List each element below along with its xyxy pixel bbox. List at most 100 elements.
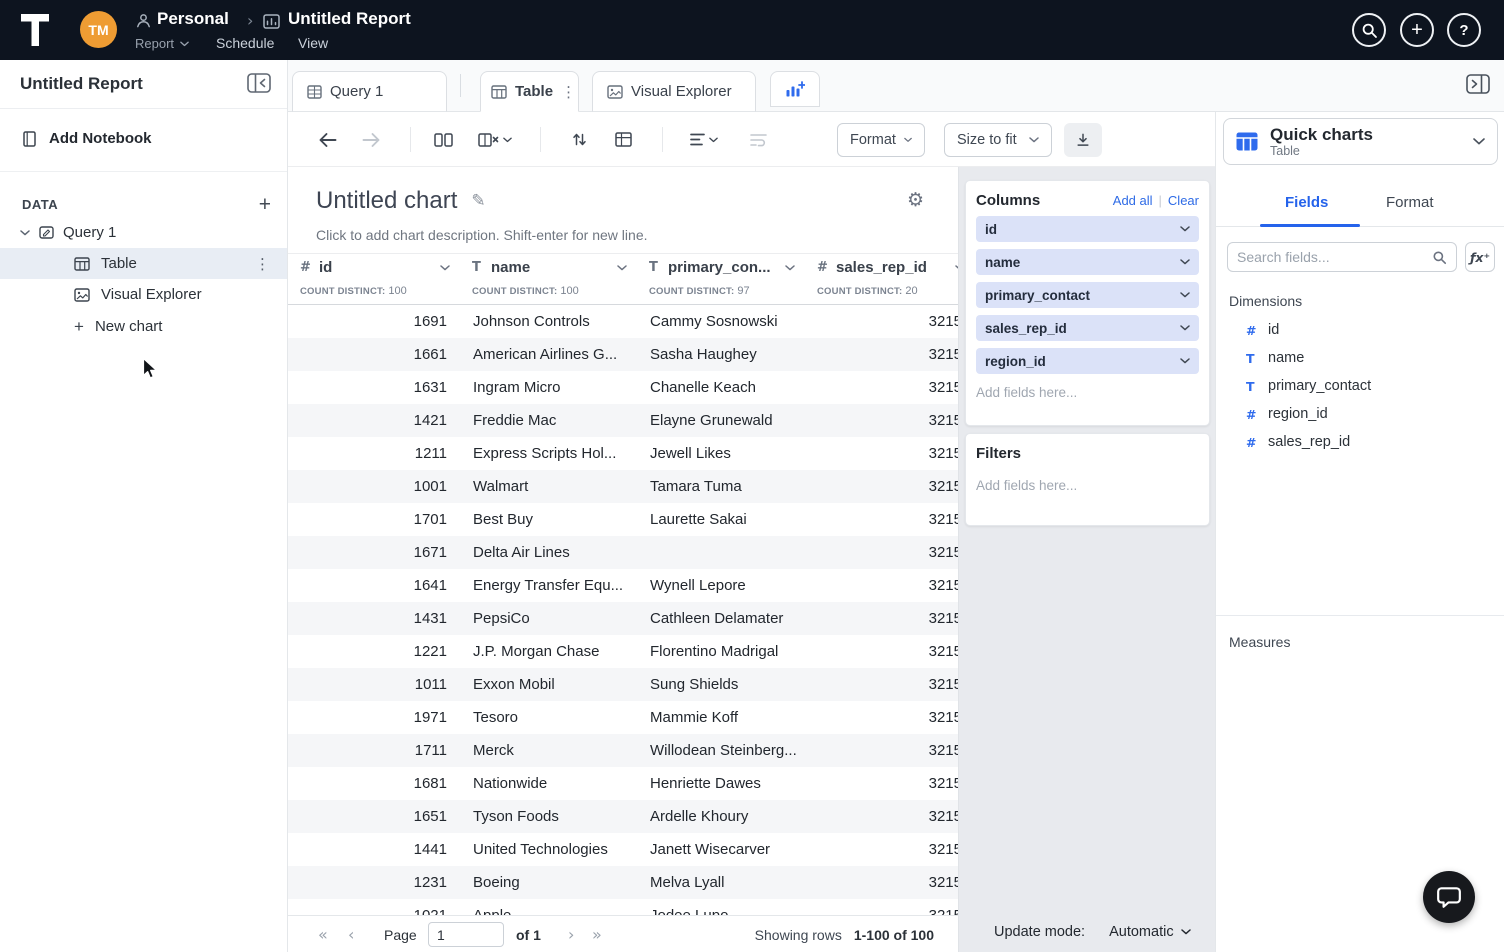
chevron-down-icon[interactable]: [1180, 325, 1190, 331]
cell-id: 1691: [288, 305, 460, 338]
sidebar-item-visual-explorer[interactable]: Visual Explorer: [0, 279, 287, 310]
cell-name: Ingram Micro: [460, 371, 637, 404]
sort-button[interactable]: [572, 112, 587, 167]
clear-link[interactable]: Clear: [1168, 193, 1199, 208]
cell-primary-contact: Wynell Lepore: [637, 569, 805, 602]
column-stat-primary-contact: COUNT DISTINCT:97: [637, 281, 805, 305]
new-chart-tab-button[interactable]: [770, 71, 820, 107]
cell-sales-rep-id: 3215: [805, 602, 958, 635]
filters-drop-placeholder[interactable]: Add fields here...: [976, 478, 1199, 493]
avatar[interactable]: TM: [80, 11, 117, 48]
help-button[interactable]: ?: [1447, 13, 1481, 47]
add-all-link[interactable]: Add all: [1113, 193, 1153, 208]
workspace-type-menu[interactable]: Report: [135, 36, 189, 51]
report-icon: [263, 14, 280, 29]
tab-query-1[interactable]: Query 1: [292, 71, 447, 112]
undo-back-button[interactable]: [318, 112, 337, 167]
wrap-text-button[interactable]: [750, 112, 767, 167]
collapse-sidebar-icon[interactable]: [247, 73, 271, 93]
dimension-field[interactable]: T primary_contact: [1216, 372, 1504, 400]
add-formula-button[interactable]: ƒx⁺: [1465, 242, 1495, 272]
last-page-icon[interactable]: »: [592, 916, 602, 952]
column-header-primary-contact[interactable]: T primary_con...: [637, 254, 805, 281]
sidebar-item-new-chart[interactable]: + New chart: [0, 311, 287, 342]
columns-drop-placeholder[interactable]: Add fields here...: [976, 385, 1199, 400]
dimensions-list: # id T name T primary_contact # region_i…: [1216, 316, 1504, 456]
dimension-field[interactable]: T name: [1216, 344, 1504, 372]
quick-charts-selector[interactable]: Quick charts Table: [1223, 118, 1498, 165]
tab-visual-explorer[interactable]: Visual Explorer: [592, 71, 756, 112]
expand-right-panel-icon[interactable]: [1466, 74, 1490, 94]
tab-fields[interactable]: Fields: [1285, 194, 1328, 211]
tab-format[interactable]: Format: [1386, 194, 1434, 211]
first-page-icon[interactable]: «: [318, 916, 328, 952]
update-mode-dropdown[interactable]: Automatic: [1109, 924, 1190, 940]
column-menu-chevron[interactable]: [785, 265, 795, 271]
add-data-button[interactable]: +: [259, 194, 271, 215]
chart-title[interactable]: Untitled chart: [316, 187, 457, 215]
dimension-field[interactable]: # id: [1216, 316, 1504, 344]
insert-column-button[interactable]: [434, 112, 453, 167]
search-button[interactable]: [1352, 13, 1386, 47]
sidebar-item-query[interactable]: Query 1: [20, 224, 116, 241]
search-icon: [1361, 22, 1378, 39]
fields-search-box[interactable]: [1227, 242, 1457, 272]
column-menu-chevron[interactable]: [617, 265, 627, 271]
freeze-columns-button[interactable]: [615, 112, 632, 167]
chat-support-button[interactable]: [1423, 871, 1475, 923]
dimension-field[interactable]: # sales_rep_id: [1216, 428, 1504, 456]
column-pill[interactable]: sales_rep_id: [976, 315, 1199, 341]
size-to-fit-button[interactable]: Size to fit: [944, 123, 1052, 157]
cell-sales-rep-id: 3215: [805, 800, 958, 833]
menu-view[interactable]: View: [298, 35, 328, 51]
column-stat-id: COUNT DISTINCT:100: [288, 281, 460, 305]
column-pill[interactable]: name: [976, 249, 1199, 275]
cell-primary-contact: Cathleen Delamater: [637, 602, 805, 635]
table-row: 1431 PepsiCo Cathleen Delamater 3215: [288, 602, 958, 635]
sidebar-item-table[interactable]: Table ⋮: [0, 248, 287, 279]
column-menu-chevron[interactable]: [440, 265, 450, 271]
table-row: 1011 Exxon Mobil Sung Shields 3215: [288, 668, 958, 701]
table-icon: [491, 85, 507, 99]
edit-pencil-icon[interactable]: ✎: [471, 191, 485, 211]
report-title[interactable]: Untitled Report: [288, 9, 411, 29]
menu-schedule[interactable]: Schedule: [216, 35, 274, 51]
format-button[interactable]: Format: [837, 123, 925, 157]
column-pill[interactable]: id: [976, 216, 1199, 242]
cell-sales-rep-id: 3215: [805, 536, 958, 569]
cell-sales-rep-id: 3215: [805, 866, 958, 899]
chevron-down-icon[interactable]: [1180, 292, 1190, 298]
app-logo[interactable]: [20, 11, 53, 49]
table-row: 1681 Nationwide Henriette Dawes 3215: [288, 767, 958, 800]
column-pill[interactable]: region_id: [976, 348, 1199, 374]
column-header-sales-rep-id[interactable]: # sales_rep_id: [805, 254, 958, 281]
page-input[interactable]: [428, 922, 504, 947]
align-button[interactable]: [690, 112, 718, 167]
next-page-icon[interactable]: ›: [568, 916, 574, 952]
prev-page-icon[interactable]: ‹: [348, 916, 354, 952]
chevron-down-icon[interactable]: [1180, 226, 1190, 232]
field-type-icon: T: [1246, 379, 1258, 394]
remove-column-button[interactable]: [478, 112, 512, 167]
gear-icon[interactable]: ⚙: [907, 189, 924, 211]
create-new-button[interactable]: +: [1400, 13, 1434, 47]
dimension-field[interactable]: # region_id: [1216, 400, 1504, 428]
workspace-name[interactable]: Personal: [157, 9, 229, 29]
column-header-name[interactable]: T name: [460, 254, 637, 281]
download-button[interactable]: [1064, 123, 1102, 157]
table-row: 1421 Freddie Mac Elayne Grunewald 3215: [288, 404, 958, 437]
table-row: 1221 J.P. Morgan Chase Florentino Madrig…: [288, 635, 958, 668]
chevron-down-icon[interactable]: [1180, 358, 1190, 364]
add-notebook-button[interactable]: Add Notebook: [22, 130, 152, 147]
cell-primary-contact: Jewell Likes: [637, 437, 805, 470]
kebab-menu-icon[interactable]: ⋮: [255, 255, 270, 273]
redo-forward-button[interactable]: [362, 112, 381, 167]
cell-name: United Technologies: [460, 833, 637, 866]
column-pill[interactable]: primary_contact: [976, 282, 1199, 308]
chart-description-placeholder[interactable]: Click to add chart description. Shift-en…: [316, 227, 648, 243]
search-fields-input[interactable]: [1237, 249, 1426, 265]
column-header-id[interactable]: # id: [288, 254, 460, 281]
tab-table[interactable]: Table ⋮: [480, 71, 579, 112]
chevron-down-icon[interactable]: [1180, 259, 1190, 265]
kebab-menu-icon[interactable]: ⋮: [561, 83, 576, 101]
